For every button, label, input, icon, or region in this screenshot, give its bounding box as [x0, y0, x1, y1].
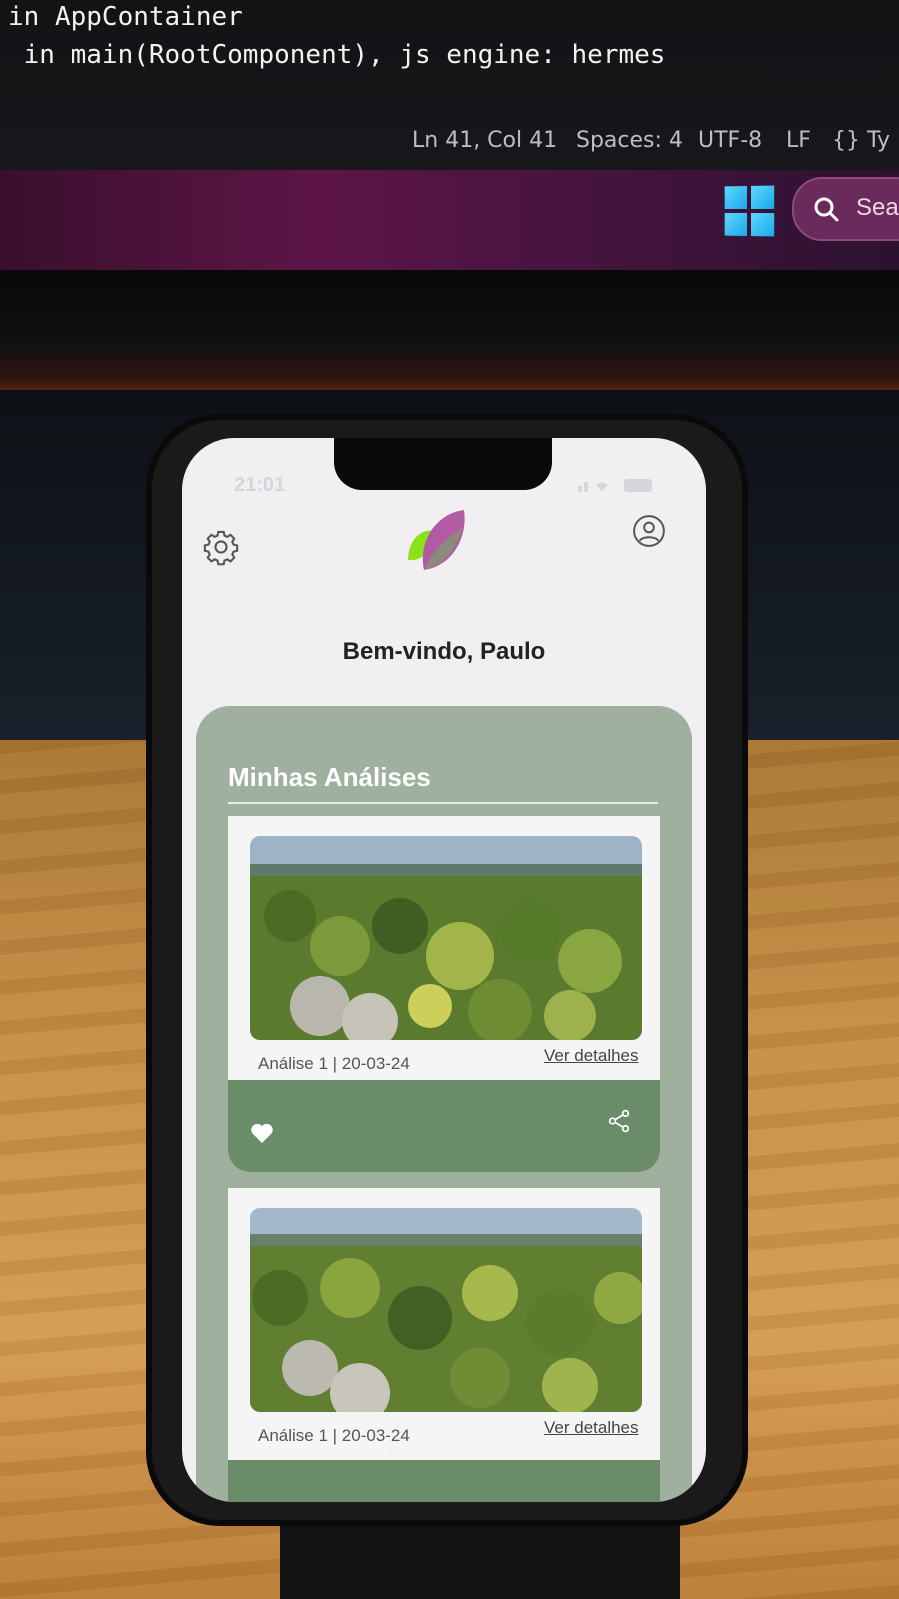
code-line-1: in AppContainer: [8, 2, 243, 32]
phone-stand: [280, 1520, 680, 1599]
phone-screen: 21:01 Bem-vindo, Paulo Minhas Análises A…: [182, 438, 706, 1502]
status-time: 21:01: [234, 474, 286, 496]
forest-image: [250, 836, 642, 1040]
card-action-bar: [228, 1460, 660, 1502]
welcome-heading: Bem-vindo, Paulo: [342, 638, 546, 665]
search-icon: [814, 197, 839, 222]
user-circle-icon[interactable]: [632, 514, 666, 548]
details-link[interactable]: Ver detalhes: [544, 1418, 639, 1438]
status-position: Ln 41, Col 41: [412, 128, 558, 153]
analysis-meta: Análise 1 | 20-03-24: [258, 1054, 410, 1073]
card-action-bar: [228, 1080, 660, 1172]
details-link[interactable]: Ver detalhes: [544, 1046, 639, 1066]
section-title: Minhas Análises: [228, 762, 431, 792]
home-indicator[interactable]: [388, 1450, 552, 1456]
taskbar-search[interactable]: Sear: [792, 177, 899, 241]
forest-image: [250, 1208, 642, 1412]
monitor-code-editor: in AppContainer in main(RootComponent), …: [0, 0, 899, 175]
heart-icon[interactable]: [250, 1122, 274, 1144]
status-line-ending: LF: [786, 128, 811, 153]
share-icon[interactable]: [606, 1108, 632, 1134]
gear-icon[interactable]: [202, 528, 240, 566]
code-line-2: in main(RootComponent), js engine: herme…: [8, 40, 666, 70]
wifi-battery-icon: [578, 479, 652, 492]
analysis-card[interactable]: Análise 1 | 20-03-24 Ver detalhes: [228, 1188, 660, 1502]
analyses-panel: Minhas Análises Análise 1 | 20-03-24 Ver…: [196, 706, 692, 1502]
status-encoding: UTF-8: [698, 128, 763, 153]
analysis-card[interactable]: Análise 1 | 20-03-24 Ver detalhes: [228, 816, 660, 1172]
windows-start-icon[interactable]: [724, 185, 775, 237]
analysis-meta: Análise 1 | 20-03-24: [258, 1426, 410, 1445]
section-divider: [228, 802, 658, 804]
search-label: Sear: [856, 194, 899, 221]
monitor-bezel: [0, 270, 899, 390]
phone-notch: [334, 438, 552, 490]
status-language: {} Ty: [832, 128, 891, 153]
leaf-icon: [408, 510, 465, 570]
status-spaces: Spaces: 4: [576, 128, 683, 153]
